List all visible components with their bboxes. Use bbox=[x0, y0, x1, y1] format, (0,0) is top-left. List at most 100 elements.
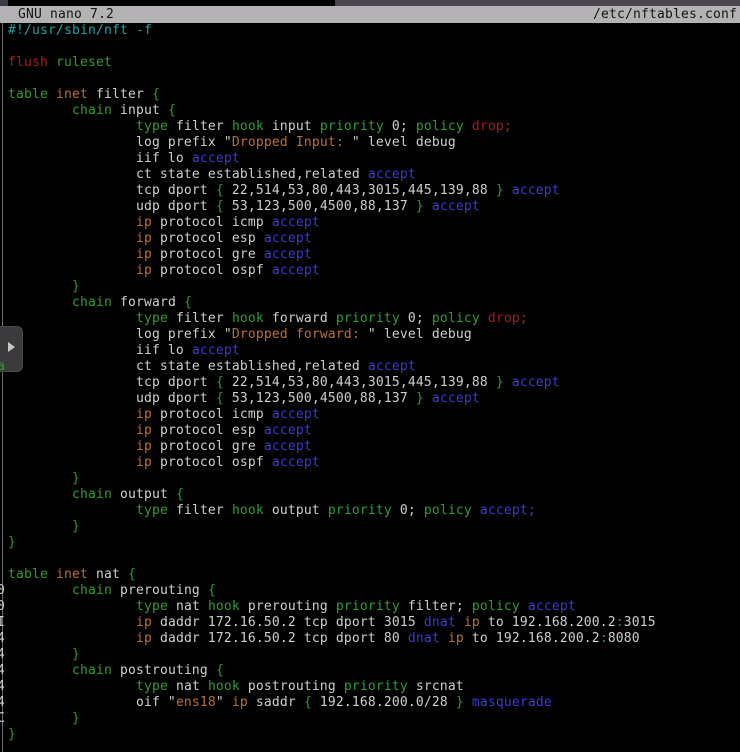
code-token: accept bbox=[272, 455, 320, 470]
code-token: type bbox=[136, 311, 168, 326]
code-token bbox=[8, 215, 136, 230]
code-token: input bbox=[112, 103, 168, 118]
code-token: } bbox=[72, 471, 80, 486]
code-token: ip bbox=[136, 247, 152, 262]
code-token bbox=[48, 567, 56, 582]
code-token: filter bbox=[168, 503, 232, 518]
code-token: " level debug bbox=[352, 135, 456, 150]
code-token: accept bbox=[512, 375, 560, 390]
code-line: type filter hook forward priority 0; pol… bbox=[8, 311, 738, 327]
code-token: { bbox=[152, 87, 160, 102]
code-token: filter bbox=[168, 311, 232, 326]
code-token: table bbox=[8, 87, 48, 102]
code-token: } bbox=[416, 199, 424, 214]
code-token: { bbox=[216, 183, 224, 198]
code-token bbox=[8, 407, 136, 422]
code-token: } bbox=[72, 279, 80, 294]
code-token bbox=[8, 295, 72, 310]
code-token: ip bbox=[136, 231, 152, 246]
code-token: drop; bbox=[488, 311, 528, 326]
code-token: accept bbox=[512, 183, 560, 198]
code-token bbox=[8, 519, 72, 534]
code-token: type bbox=[136, 679, 168, 694]
code-line: tcp dport { 22,514,53,80,443,3015,445,13… bbox=[8, 375, 738, 391]
code-token: hook bbox=[232, 503, 264, 518]
code-token: ct state established,related bbox=[8, 167, 368, 182]
code-token: priority bbox=[336, 599, 400, 614]
clipped-glyph-fragment: 4 bbox=[0, 631, 6, 647]
code-token bbox=[8, 103, 72, 118]
code-token: tcp dport bbox=[8, 183, 216, 198]
code-token: { bbox=[216, 199, 224, 214]
code-line: ct state established,related accept bbox=[8, 359, 738, 375]
code-token bbox=[8, 471, 72, 486]
code-line: ip protocol gre accept bbox=[8, 247, 738, 263]
code-token: accept bbox=[264, 247, 312, 262]
code-token: hook bbox=[232, 119, 264, 134]
code-line: ip protocol gre accept bbox=[8, 439, 738, 455]
nano-version-label: GNU nano 7.2 bbox=[18, 6, 114, 23]
code-token: } bbox=[72, 519, 80, 534]
code-token: nat bbox=[168, 599, 208, 614]
code-token: filter bbox=[88, 87, 152, 102]
clipped-glyph-fragment: I bbox=[0, 615, 6, 631]
code-token: 53,123,500,4500,88,137 bbox=[224, 391, 416, 406]
code-line: chain forward { bbox=[8, 295, 738, 311]
code-line bbox=[8, 551, 738, 567]
code-token bbox=[8, 583, 72, 598]
code-token: } bbox=[72, 711, 80, 726]
code-line: ip protocol icmp accept bbox=[8, 407, 738, 423]
code-line: chain postrouting { bbox=[8, 663, 738, 679]
code-token: prerouting bbox=[240, 599, 336, 614]
code-token: 3015 bbox=[624, 615, 656, 630]
code-token: ip bbox=[232, 695, 248, 710]
code-token: 53,123,500,4500,88,137 bbox=[224, 199, 416, 214]
code-token: 22,514,53,80,443,3015,445,139,88 bbox=[224, 183, 496, 198]
code-token: priority bbox=[320, 119, 384, 134]
code-token: oif " bbox=[8, 695, 176, 710]
code-token bbox=[8, 231, 136, 246]
code-token: log prefix " bbox=[8, 135, 232, 150]
code-token: #!/usr/sbin/nft -f bbox=[8, 23, 152, 38]
code-token bbox=[8, 631, 136, 646]
code-line: table inet filter { bbox=[8, 87, 738, 103]
editor-buffer[interactable]: #!/usr/sbin/nft -fflush rulesettable ine… bbox=[8, 23, 738, 743]
clipped-glyph-fragment: C bbox=[0, 711, 6, 727]
code-line bbox=[8, 39, 738, 55]
code-token: protocol icmp bbox=[152, 215, 272, 230]
code-token: ip bbox=[448, 631, 464, 646]
code-token: : bbox=[616, 615, 624, 630]
code-token: } bbox=[8, 727, 16, 742]
code-token: ip bbox=[136, 455, 152, 470]
code-token: dnat bbox=[424, 615, 456, 630]
code-token: Dropped Input: bbox=[232, 135, 352, 150]
code-line: chain input { bbox=[8, 103, 738, 119]
code-token: 0; bbox=[384, 119, 416, 134]
code-token bbox=[48, 55, 56, 70]
code-token: nat bbox=[168, 679, 208, 694]
code-line: ct state established,related accept bbox=[8, 167, 738, 183]
code-line: chain prerouting { bbox=[8, 583, 738, 599]
clipped-glyph-fragment: 0 bbox=[0, 583, 6, 599]
code-line: ip protocol ospf accept bbox=[8, 263, 738, 279]
clipped-glyph-fragment: 4 bbox=[0, 695, 6, 711]
code-token: forward bbox=[112, 295, 184, 310]
code-token: protocol gre bbox=[152, 247, 264, 262]
code-token bbox=[8, 119, 136, 134]
code-token bbox=[504, 375, 512, 390]
code-token: " bbox=[216, 695, 232, 710]
code-token: udp dport bbox=[8, 199, 216, 214]
code-token: filter bbox=[168, 119, 232, 134]
code-token: protocol gre bbox=[152, 439, 264, 454]
code-token: accept bbox=[368, 359, 416, 374]
code-line: log prefix "Dropped forward: " level deb… bbox=[8, 327, 738, 343]
code-line: ip protocol esp accept bbox=[8, 423, 738, 439]
code-token bbox=[8, 615, 136, 630]
code-token: type bbox=[136, 119, 168, 134]
chevron-right-icon bbox=[8, 342, 15, 352]
code-token bbox=[8, 679, 136, 694]
code-token bbox=[8, 599, 136, 614]
code-token: inet bbox=[56, 87, 88, 102]
code-token: udp dport bbox=[8, 391, 216, 406]
code-token: hook bbox=[232, 311, 264, 326]
